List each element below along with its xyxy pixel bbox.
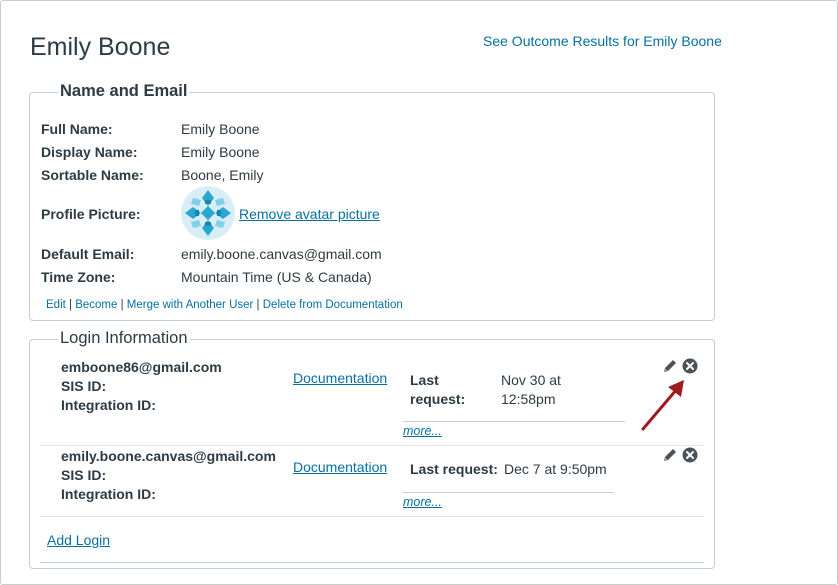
annotation-arrow-icon bbox=[641, 380, 684, 431]
last-request-label-line: request: bbox=[410, 391, 466, 407]
login-information-legend: Login Information bbox=[58, 329, 190, 348]
time-zone-value: Mountain Time (US & Canada) bbox=[181, 269, 372, 285]
pencil-icon[interactable] bbox=[662, 447, 678, 463]
login-separator bbox=[40, 445, 704, 446]
default-email-label: Default Email: bbox=[41, 246, 135, 262]
auth-provider-link[interactable]: Documentation bbox=[293, 370, 387, 386]
divider bbox=[403, 421, 625, 422]
profile-picture-label: Profile Picture: bbox=[41, 206, 141, 222]
more-link[interactable]: more... bbox=[403, 424, 442, 438]
name-email-legend: Name and Email bbox=[58, 82, 190, 101]
login-id: emboone86@gmail.com bbox=[61, 359, 222, 375]
close-icon[interactable] bbox=[682, 447, 698, 463]
login-identifiers: emily.boone.canvas@gmail.com SIS ID: Int… bbox=[61, 447, 276, 504]
login-separator bbox=[40, 516, 704, 517]
login-information-section: Login Information emboone86@gmail.com SI… bbox=[29, 329, 715, 569]
avatar bbox=[181, 186, 235, 240]
action-separator: | bbox=[253, 299, 263, 311]
last-request-value-line: 12:58pm bbox=[501, 391, 556, 407]
profile-page: Emily Boone See Outcome Results for Emil… bbox=[0, 0, 838, 585]
divider bbox=[40, 562, 704, 563]
display-name-label: Display Name: bbox=[41, 144, 138, 160]
become-link[interactable]: Become bbox=[75, 299, 117, 311]
login-id: emily.boone.canvas@gmail.com bbox=[61, 448, 276, 464]
close-icon[interactable] bbox=[682, 358, 698, 374]
sis-id-label: SIS ID: bbox=[61, 467, 107, 483]
default-email-value: emily.boone.canvas@gmail.com bbox=[181, 246, 382, 262]
delete-user-link[interactable]: Delete from Documentation bbox=[263, 299, 403, 311]
divider bbox=[403, 492, 614, 493]
auth-provider-link[interactable]: Documentation bbox=[293, 459, 387, 475]
edit-link[interactable]: Edit bbox=[46, 299, 66, 311]
last-request-label: Last request: bbox=[410, 461, 498, 477]
sortable-name-label: Sortable Name: bbox=[41, 167, 144, 183]
last-request-label: Last request: bbox=[410, 371, 465, 409]
pencil-icon[interactable] bbox=[662, 358, 678, 374]
name-email-section: Name and Email Full Name: Emily Boone Di… bbox=[29, 82, 715, 321]
action-separator: | bbox=[65, 299, 76, 311]
login-identifiers: emboone86@gmail.com SIS ID: Integration … bbox=[61, 358, 222, 415]
merge-user-link[interactable]: Merge with Another User bbox=[127, 299, 254, 311]
more-link[interactable]: more... bbox=[403, 495, 442, 509]
action-separator: | bbox=[117, 299, 127, 311]
integration-id-label: Integration ID: bbox=[61, 397, 156, 413]
user-actions: Edit | Become | Merge with Another User … bbox=[46, 299, 403, 311]
full-name-label: Full Name: bbox=[41, 121, 113, 137]
sortable-name-value: Boone, Emily bbox=[181, 167, 264, 183]
outcome-results-link[interactable]: See Outcome Results for Emily Boone bbox=[483, 33, 722, 49]
last-request-value-line: Nov 30 at bbox=[501, 372, 561, 388]
time-zone-label: Time Zone: bbox=[41, 269, 116, 285]
page-title: Emily Boone bbox=[30, 33, 171, 61]
remove-avatar-link[interactable]: Remove avatar picture bbox=[239, 206, 380, 222]
sis-id-label: SIS ID: bbox=[61, 378, 107, 394]
last-request-label-line: Last bbox=[410, 372, 439, 388]
last-request-value: Nov 30 at 12:58pm bbox=[501, 371, 561, 409]
last-request-value: Dec 7 at 9:50pm bbox=[504, 461, 607, 477]
integration-id-label: Integration ID: bbox=[61, 486, 156, 502]
full-name-value: Emily Boone bbox=[181, 121, 260, 137]
display-name-value: Emily Boone bbox=[181, 144, 260, 160]
add-login-link[interactable]: Add Login bbox=[47, 532, 110, 548]
